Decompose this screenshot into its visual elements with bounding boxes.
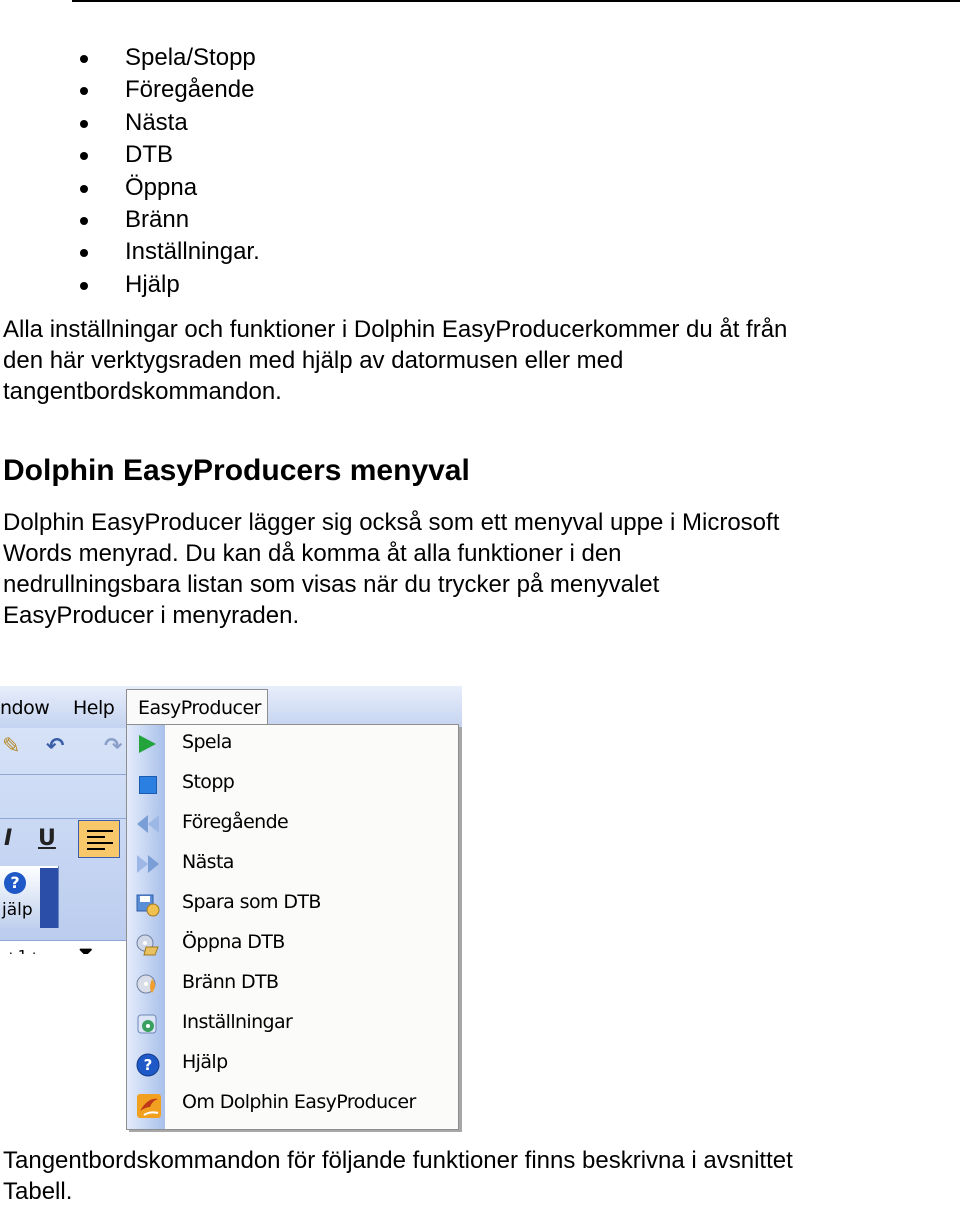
bullet-dot (80, 119, 88, 128)
word-menubar: ndow Help EasyProducer (0, 686, 462, 728)
dolphin-logo-icon (136, 1093, 161, 1118)
italic-icon[interactable]: I (4, 826, 12, 851)
underline-icon[interactable]: U (38, 826, 56, 851)
play-icon (139, 735, 156, 753)
bullet-dot (80, 152, 88, 161)
document-area (0, 954, 126, 1132)
menu-item-foregaende[interactable]: Föregående (127, 805, 458, 845)
redo-icon[interactable]: ↷ (104, 734, 122, 759)
function-bullet-list: Spela/Stopp Föregående Nästa DTB Öppna B… (0, 42, 260, 301)
list-item: DTB (0, 139, 260, 171)
menu-item-oppna-dtb[interactable]: Öppna DTB (127, 925, 458, 965)
help-button-label: jälp (2, 900, 33, 920)
menu-item-stopp[interactable]: Stopp (127, 765, 458, 805)
menu-help[interactable]: Help (73, 697, 115, 719)
help-icon: ? (136, 1053, 160, 1077)
bullet-dot (80, 184, 88, 193)
format-painter-icon[interactable]: ✎ (2, 734, 20, 759)
svg-text:?: ? (144, 1056, 153, 1074)
open-dtb-icon (136, 933, 159, 956)
toolbar-divider (0, 774, 126, 775)
intro-paragraph: Alla inställningar och funktioner i Dolp… (3, 316, 788, 405)
bullet-dot (80, 216, 88, 225)
settings-icon (136, 1013, 158, 1035)
stop-icon (139, 776, 157, 794)
section-heading: Dolphin EasyProducers menyval (3, 454, 470, 487)
rewind-icon (136, 813, 159, 835)
list-item: Nästa (0, 107, 260, 139)
help-dropdown-arrow[interactable] (40, 868, 58, 928)
menu-item-hjalp[interactable]: ? Hjälp (127, 1045, 458, 1085)
easyproducer-menu-screenshot: ndow Help EasyProducer ✎ ↶ ↷ I U ? jälp … (0, 686, 462, 1132)
menu-item-installningar[interactable]: Inställningar (127, 1005, 458, 1045)
bullet-dot (80, 87, 88, 96)
word-toolbar-area: ✎ ↶ ↷ I U ? jälp ·ı·1·ı· ⧗ (0, 728, 126, 976)
list-item: Bränn (0, 204, 260, 236)
page-top-rule (72, 0, 960, 2)
menu-window[interactable]: ndow (0, 697, 50, 719)
menu-item-nasta[interactable]: Nästa (127, 845, 458, 885)
bullet-dot (80, 55, 88, 63)
menu-item-om-dolphin-easyproducer[interactable]: Om Dolphin EasyProducer (127, 1085, 458, 1125)
bullet-dot (80, 249, 88, 258)
menu-item-bränn-dtb[interactable]: Bränn DTB (127, 965, 458, 1005)
forward-icon (136, 853, 159, 875)
toolbar-divider (0, 818, 126, 819)
undo-icon[interactable]: ↶ (46, 734, 64, 759)
bullet-dot (80, 281, 88, 290)
list-item: Hjälp (0, 269, 260, 301)
help-circle-icon: ? (4, 872, 26, 894)
burn-dtb-icon (136, 973, 158, 995)
menu-paragraph: Dolphin EasyProducer lägger sig också so… (3, 509, 780, 629)
list-item: Öppna (0, 172, 260, 204)
align-left-icon[interactable] (78, 820, 120, 858)
save-dtb-icon (136, 893, 160, 917)
list-item: Inställningar. (0, 236, 260, 268)
menu-item-spela[interactable]: Spela (127, 725, 458, 765)
easyproducer-dropdown-menu: Spela Stopp Föregående Nästa Spara som D… (126, 724, 459, 1130)
list-item: Föregående (0, 74, 260, 106)
list-item: Spela/Stopp (0, 42, 260, 74)
menu-easyproducer[interactable]: EasyProducer (126, 689, 268, 728)
caption-paragraph: Tangentbordskommandon för följande funkt… (3, 1147, 793, 1205)
menu-item-spara-som-dtb[interactable]: Spara som DTB (127, 885, 458, 925)
